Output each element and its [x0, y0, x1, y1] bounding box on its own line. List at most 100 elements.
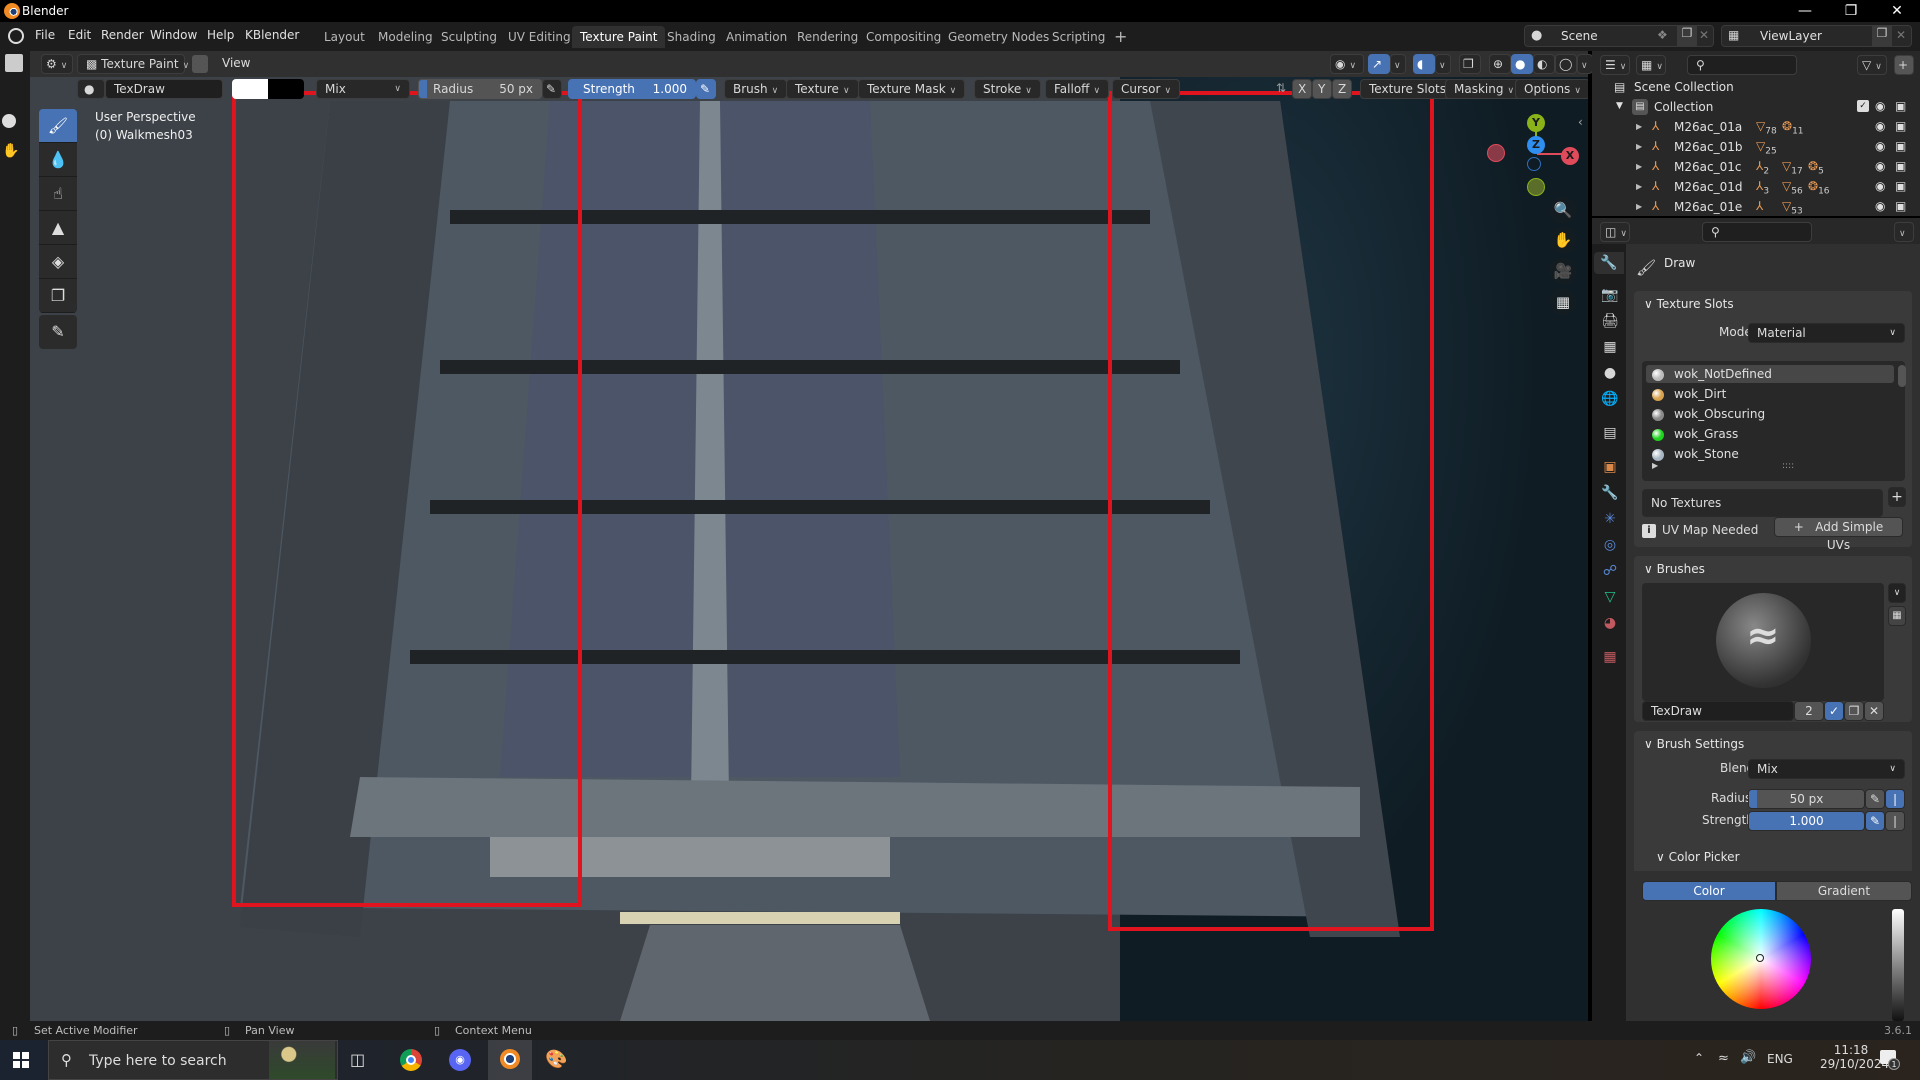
- tool-clone[interactable]: ▲: [39, 211, 77, 245]
- gizmo-neg-x[interactable]: [1487, 144, 1505, 162]
- mesh-child-icon[interactable]: ▽78: [1756, 119, 1777, 136]
- visibility-eye-icon[interactable]: ◉: [1875, 139, 1885, 153]
- exclude-checkbox[interactable]: ✓: [1857, 100, 1869, 112]
- stroke-menu[interactable]: Stroke ∨: [974, 79, 1041, 99]
- strength-pressure-toggle[interactable]: ✎: [696, 79, 716, 99]
- discord-icon[interactable]: ◉: [449, 1049, 471, 1071]
- expand-arrow-icon[interactable]: ▶: [1636, 122, 1642, 131]
- expand-arrow-icon[interactable]: ▶: [1636, 182, 1642, 191]
- render-camera-icon[interactable]: ▣: [1895, 159, 1906, 173]
- add-texture-button[interactable]: +: [1888, 487, 1906, 507]
- color-wheel[interactable]: [1711, 909, 1811, 1009]
- paint-app-icon[interactable]: 🎨: [545, 1049, 567, 1070]
- brush-settings-header[interactable]: ∨ Brush Settings: [1634, 731, 1912, 757]
- gizmo-y-axis[interactable]: Y: [1527, 114, 1545, 132]
- tab-material-icon[interactable]: ◕: [1599, 612, 1621, 634]
- visibility-eye-icon[interactable]: ◉: [1875, 119, 1885, 133]
- clock[interactable]: 11:18 29/10/2024: [1820, 1043, 1889, 1071]
- gizmo-neg-z[interactable]: [1527, 157, 1541, 171]
- tab-scripting[interactable]: Scripting: [1044, 26, 1113, 48]
- pin-icon[interactable]: ❖: [1657, 28, 1668, 42]
- brush-name-input[interactable]: TexDraw: [1642, 701, 1794, 721]
- object-name[interactable]: M26ac_01b: [1674, 140, 1742, 154]
- viewlayer-name[interactable]: ViewLayer: [1760, 29, 1822, 43]
- color-picker-header[interactable]: ∨ Color Picker: [1656, 850, 1740, 864]
- gizmo-z-axis[interactable]: Z: [1527, 136, 1545, 154]
- properties-options-dropdown[interactable]: ∨: [1894, 222, 1914, 242]
- masking-menu[interactable]: Masking ∨: [1445, 79, 1524, 99]
- tab-physics-icon[interactable]: ◎: [1599, 534, 1621, 556]
- chrome-icon[interactable]: [400, 1049, 422, 1071]
- render-camera-icon[interactable]: ▣: [1895, 139, 1906, 153]
- primary-color-swatch[interactable]: [232, 79, 268, 99]
- radius-slider[interactable]: 50 px: [1748, 789, 1865, 809]
- brush-image-icon[interactable]: ▦: [1888, 606, 1906, 626]
- expand-arrow-icon[interactable]: ▶: [1636, 142, 1642, 151]
- render-camera-icon[interactable]: ▣: [1895, 99, 1906, 113]
- list-scrollbar[interactable]: [1898, 365, 1906, 387]
- light-child-icon[interactable]: ❂5: [1808, 159, 1824, 176]
- tab-texture-icon[interactable]: ▦: [1599, 646, 1621, 668]
- light-child-icon[interactable]: ❂11: [1782, 119, 1804, 136]
- delete-viewlayer-icon[interactable]: ✕: [1896, 28, 1906, 42]
- secondary-color-swatch[interactable]: [268, 79, 304, 99]
- outliner-scene-collection[interactable]: ▤ Scene Collection: [1592, 78, 1920, 98]
- color-wheel-cursor[interactable]: [1756, 954, 1764, 962]
- visibility-eye-icon[interactable]: ◉: [1875, 179, 1885, 193]
- symmetry-y-toggle[interactable]: Y: [1312, 79, 1332, 99]
- tray-language[interactable]: ENG: [1767, 1052, 1793, 1066]
- zoom-icon[interactable]: 🔍: [1550, 197, 1576, 223]
- gizmo-toggle[interactable]: ↗: [1368, 54, 1390, 74]
- render-camera-icon[interactable]: ▣: [1895, 119, 1906, 133]
- view-menu[interactable]: View: [222, 56, 250, 70]
- scene-name[interactable]: Scene: [1561, 29, 1598, 43]
- blend-dropdown[interactable]: Mix ∨: [1748, 759, 1905, 779]
- brush-name-field[interactable]: TexDraw: [105, 79, 223, 99]
- menu-file[interactable]: File: [35, 28, 55, 42]
- selectability-visibility-dropdown[interactable]: ◉ ∨: [1330, 54, 1364, 74]
- blend-dropdown[interactable]: Mix ∨: [316, 79, 410, 99]
- expand-arrow-icon[interactable]: ▼: [1616, 101, 1623, 111]
- brush-dropdown[interactable]: ∨: [1888, 583, 1906, 603]
- blender-menu-icon[interactable]: [8, 28, 24, 44]
- tab-particles-icon[interactable]: ✳: [1599, 508, 1621, 530]
- wireframe-shading-button[interactable]: ⊕: [1489, 54, 1511, 74]
- mesh-child-icon[interactable]: ▽17: [1782, 159, 1803, 176]
- tool-draw[interactable]: 🖌: [39, 109, 77, 143]
- strength-pressure-toggle[interactable]: ✎: [1865, 811, 1885, 831]
- tab-collection-icon[interactable]: ▤: [1599, 422, 1621, 444]
- radius-slider[interactable]: Radius 50 px: [418, 79, 542, 99]
- outliner-collection[interactable]: ▼ ▤ Collection ✓ ◉ ▣: [1592, 98, 1920, 118]
- material-slot[interactable]: wok_Stone: [1646, 445, 1894, 463]
- radius-pressure-toggle[interactable]: ✎: [1865, 789, 1885, 809]
- notification-center-icon[interactable]: 1: [1880, 1050, 1900, 1070]
- material-shading-button[interactable]: ◐: [1533, 54, 1555, 74]
- gizmo-neg-y[interactable]: [1527, 178, 1545, 196]
- cursor-menu[interactable]: Cursor ∨: [1112, 79, 1181, 99]
- duplicate-brush-icon[interactable]: ❐: [1844, 701, 1864, 721]
- tab-world-icon[interactable]: 🌐: [1599, 388, 1621, 410]
- outliner-display-mode[interactable]: ☰ ∨: [1600, 55, 1630, 75]
- gradient-tab[interactable]: Gradient: [1776, 881, 1912, 901]
- mesh-child-icon[interactable]: ▽53: [1782, 199, 1803, 216]
- menu-window[interactable]: Window: [150, 28, 197, 42]
- radius-pressure-toggle[interactable]: ✎: [542, 79, 562, 99]
- list-resize-handle[interactable]: ::::: [1782, 461, 1794, 471]
- strength-unit-toggle[interactable]: ❘: [1885, 811, 1905, 831]
- tab-render-icon[interactable]: 📷: [1599, 284, 1621, 306]
- editor-type-dropdown[interactable]: ⚙ ∨: [41, 54, 73, 74]
- hand-icon[interactable]: ✋: [2, 143, 19, 159]
- tab-shading[interactable]: Shading: [659, 26, 724, 48]
- blender-taskbar-button[interactable]: [488, 1040, 532, 1080]
- material-slot[interactable]: wok_Obscuring: [1646, 405, 1894, 423]
- tab-scene-icon[interactable]: ●: [1599, 362, 1621, 384]
- symmetry-z-toggle[interactable]: Z: [1332, 79, 1352, 99]
- empty-child-icon[interactable]: ⅄: [1756, 199, 1763, 216]
- expand-arrow-icon[interactable]: ▶: [1636, 202, 1642, 211]
- tool-soften[interactable]: 💧: [39, 143, 77, 177]
- add-workspace-button[interactable]: +: [1106, 26, 1135, 48]
- outliner-object-row[interactable]: ▶ ⅄ M26ac_01a ◉ ▣ ▽78 ❂11: [1592, 118, 1920, 138]
- value-slider[interactable]: [1892, 909, 1904, 1021]
- mesh-child-icon[interactable]: ▽25: [1756, 139, 1777, 156]
- tool-smear[interactable]: ☝: [39, 177, 77, 211]
